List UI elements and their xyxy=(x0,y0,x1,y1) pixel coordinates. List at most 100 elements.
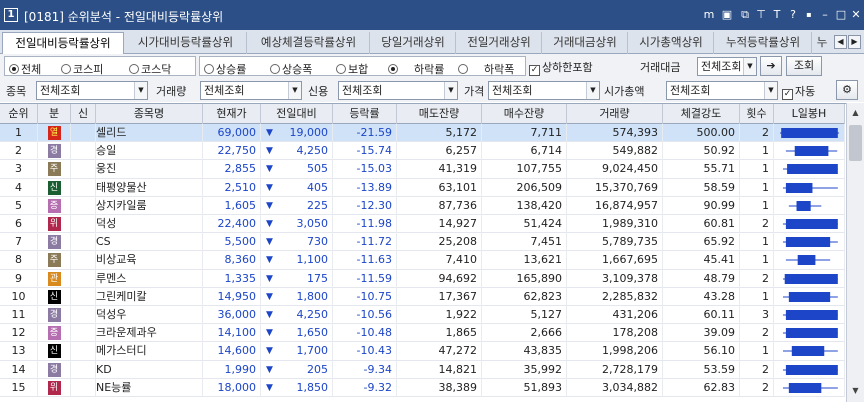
header-strength[interactable]: 체결강도 xyxy=(663,104,740,124)
tab-today-volume[interactable]: 당일거래상위 xyxy=(371,32,456,54)
table-row[interactable]: 9 관 루멘스 1,335 ▼ 175 -11.59 94,692 165,890 3,109,3… xyxy=(0,269,845,288)
pin-icon[interactable]: ⊤ xyxy=(754,8,768,22)
link-icon[interactable]: ⧉ xyxy=(738,8,752,22)
auto-checkbox[interactable]: ✓ 자동 xyxy=(782,83,815,100)
change-cell: ▼ 205 xyxy=(261,360,333,379)
tab-more[interactable]: 누 xyxy=(813,32,831,54)
stock-name-cell: 메가스터디 xyxy=(96,342,203,361)
radio-kosdaq[interactable]: 코스닥 xyxy=(129,61,171,77)
header-price[interactable]: 현재가 xyxy=(203,104,261,124)
tab-prev-day-rate[interactable]: 전일대비등락률상위 xyxy=(2,32,124,55)
close-icon[interactable]: ✕ xyxy=(849,8,863,22)
header-daily-candle[interactable]: L일봉H xyxy=(774,104,845,124)
volume-cell: 3,109,378 xyxy=(567,269,663,288)
radio-down-rate[interactable]: 하락률 xyxy=(388,61,444,77)
tab-open-rate[interactable]: 시가대비등락률상위 xyxy=(125,32,247,54)
volume-cell: 15,370,769 xyxy=(567,178,663,197)
down-arrow-icon: ▼ xyxy=(266,182,273,193)
price-cell: 22,750 xyxy=(203,142,261,161)
price-cell: 14,100 xyxy=(203,324,261,343)
gear-button[interactable]: ⚙ xyxy=(836,80,858,100)
header-buy-remain[interactable]: 매수잔량 xyxy=(482,104,567,124)
table-row[interactable]: 14 경 KD 1,990 ▼ 205 -9.34 14,821 35,992 2,728,179… xyxy=(0,360,845,379)
table-row[interactable]: 13 신 메가스터디 14,600 ▼ 1,700 -10.43 47,272 43,835 1,… xyxy=(0,342,845,361)
scroll-up-icon[interactable]: ▲ xyxy=(848,105,863,121)
credit-select[interactable]: 전체조회 ▼ xyxy=(338,81,458,100)
change-cell: ▼ 730 xyxy=(261,233,333,252)
radio-flat[interactable]: 보합 xyxy=(336,61,368,77)
radio-kospi[interactable]: 코스피 xyxy=(61,61,103,77)
tab-expected-rate[interactable]: 예상체결등락률상위 xyxy=(248,32,370,54)
table-row[interactable]: 11 경 덕성우 36,000 ▼ 4,250 -10.56 1,922 5,127 431,20… xyxy=(0,306,845,325)
count-cell: 2 xyxy=(740,269,774,288)
table-row[interactable]: 8 주 비상교육 8,360 ▼ 1,100 -11.63 7,410 13,621 1,667,… xyxy=(0,251,845,270)
table-row[interactable]: 6 위 덕성 22,400 ▼ 3,050 -11.98 14,927 51,424 1,989,… xyxy=(0,215,845,234)
tab-cumulative-rate[interactable]: 누적등락률상위 xyxy=(715,32,812,54)
volume-select[interactable]: 전체조회 ▼ xyxy=(200,81,302,100)
item-select[interactable]: 전체조회 ▼ xyxy=(36,81,148,100)
tab-next-arrow-icon[interactable]: ▶ xyxy=(848,35,861,49)
query-button[interactable]: 조회 xyxy=(786,56,822,76)
limit-include-checkbox[interactable]: ✓ 상하한포함 xyxy=(529,59,593,76)
change-cell: ▼ 4,250 xyxy=(261,306,333,324)
table-row[interactable]: 10 신 그린케미칼 14,950 ▼ 1,800 -10.75 17,367 62,823 2,… xyxy=(0,287,845,306)
volume-label: 거래량 xyxy=(156,85,187,98)
tab-trade-amount[interactable]: 거래대금상위 xyxy=(543,32,628,54)
volume-cell: 1,998,206 xyxy=(567,342,663,361)
header-rank[interactable]: 순위 xyxy=(0,104,38,124)
minimize-icon[interactable]: – xyxy=(818,8,832,22)
change-value: 405 xyxy=(307,180,328,194)
market-cap-select[interactable]: 전체조회 ▼ xyxy=(666,81,778,100)
header-category[interactable]: 분 xyxy=(38,104,71,124)
menu-icon[interactable]: ▪ xyxy=(802,8,816,22)
header-volume[interactable]: 거래량 xyxy=(567,104,663,124)
sell-remain-cell: 94,692 xyxy=(397,269,482,288)
price-cell: 1,605 xyxy=(203,196,261,215)
maximize-icon[interactable]: □ xyxy=(834,8,848,22)
candle-body xyxy=(785,219,838,229)
volume-cell: 549,882 xyxy=(567,142,663,161)
daily-candle-cell xyxy=(774,360,845,379)
status-badge: 경 xyxy=(47,144,61,159)
count-cell: 2 xyxy=(740,378,774,397)
vertical-scrollbar[interactable]: ▲ ▼ xyxy=(846,103,864,402)
price-select[interactable]: 전체조회 ▼ xyxy=(488,81,600,100)
help-icon[interactable]: ? xyxy=(786,8,800,22)
scroll-down-icon[interactable]: ▼ xyxy=(848,383,863,399)
table-row[interactable]: 4 신 태평양물산 2,510 ▼ 405 -13.89 63,101 206,509 15,37… xyxy=(0,178,845,197)
table-row[interactable]: 5 증 상지카일룸 1,605 ▼ 225 -12.30 87,736 138,420 16,87… xyxy=(0,196,845,215)
table-row[interactable]: 3 주 웅진 2,855 ▼ 505 -15.03 41,319 107,755 9,024,45… xyxy=(0,160,845,179)
amount-select[interactable]: 전체조회 ▼ xyxy=(697,57,757,76)
radio-dot-icon xyxy=(388,64,398,74)
buy-remain-cell: 13,621 xyxy=(482,251,567,270)
font-icon[interactable]: T xyxy=(770,8,784,22)
settings-arrow-button[interactable]: ➔ xyxy=(760,56,782,76)
credit-cell xyxy=(71,196,96,215)
radio-down-amount[interactable]: 하락폭 xyxy=(458,61,514,77)
header-change[interactable]: 전일대비 xyxy=(261,104,333,124)
header-count[interactable]: 횟수 xyxy=(740,104,774,124)
candle-chart xyxy=(785,255,831,266)
table-row[interactable]: 12 증 크라운제과우 14,100 ▼ 1,650 -10.48 1,865 2,666 178… xyxy=(0,324,845,343)
header-sell-remain[interactable]: 매도잔량 xyxy=(397,104,482,124)
screen-icon[interactable]: ▣ xyxy=(720,8,734,22)
radio-up-amount[interactable]: 상승폭 xyxy=(270,61,312,77)
status-badge: 신 xyxy=(47,344,61,359)
scroll-thumb[interactable] xyxy=(849,125,862,161)
radio-up-rate[interactable]: 상승률 xyxy=(204,61,246,77)
header-stock-name[interactable]: 종목명 xyxy=(96,104,203,124)
table-row[interactable]: 2 경 승일 22,750 ▼ 4,250 -15.74 6,257 6,714 549,882 5… xyxy=(0,142,845,161)
category-cell: 증 xyxy=(38,196,71,215)
change-cell: ▼ 225 xyxy=(261,196,333,215)
table-row[interactable]: 1 열 셀리드 69,000 ▼ 19,000 -21.59 5,172 7,711 574,39… xyxy=(0,124,845,143)
table-row[interactable]: 15 위 NE능률 18,000 ▼ 1,850 -9.32 38,389 51,893 3,03… xyxy=(0,378,845,397)
sell-remain-cell: 17,367 xyxy=(397,287,482,306)
tab-prev-arrow-icon[interactable]: ◀ xyxy=(834,35,847,49)
header-credit[interactable]: 신 xyxy=(71,104,96,124)
tab-prev-volume[interactable]: 전일거래상위 xyxy=(457,32,542,54)
tab-market-cap[interactable]: 시가총액상위 xyxy=(629,32,714,54)
header-rate[interactable]: 등락률 xyxy=(333,104,397,124)
table-row[interactable]: 7 경 CS 5,500 ▼ 730 -11.72 25,208 7,451 5,789,735 6… xyxy=(0,233,845,252)
m-icon[interactable]: m xyxy=(702,8,716,22)
radio-all[interactable]: 전체 xyxy=(9,61,41,77)
